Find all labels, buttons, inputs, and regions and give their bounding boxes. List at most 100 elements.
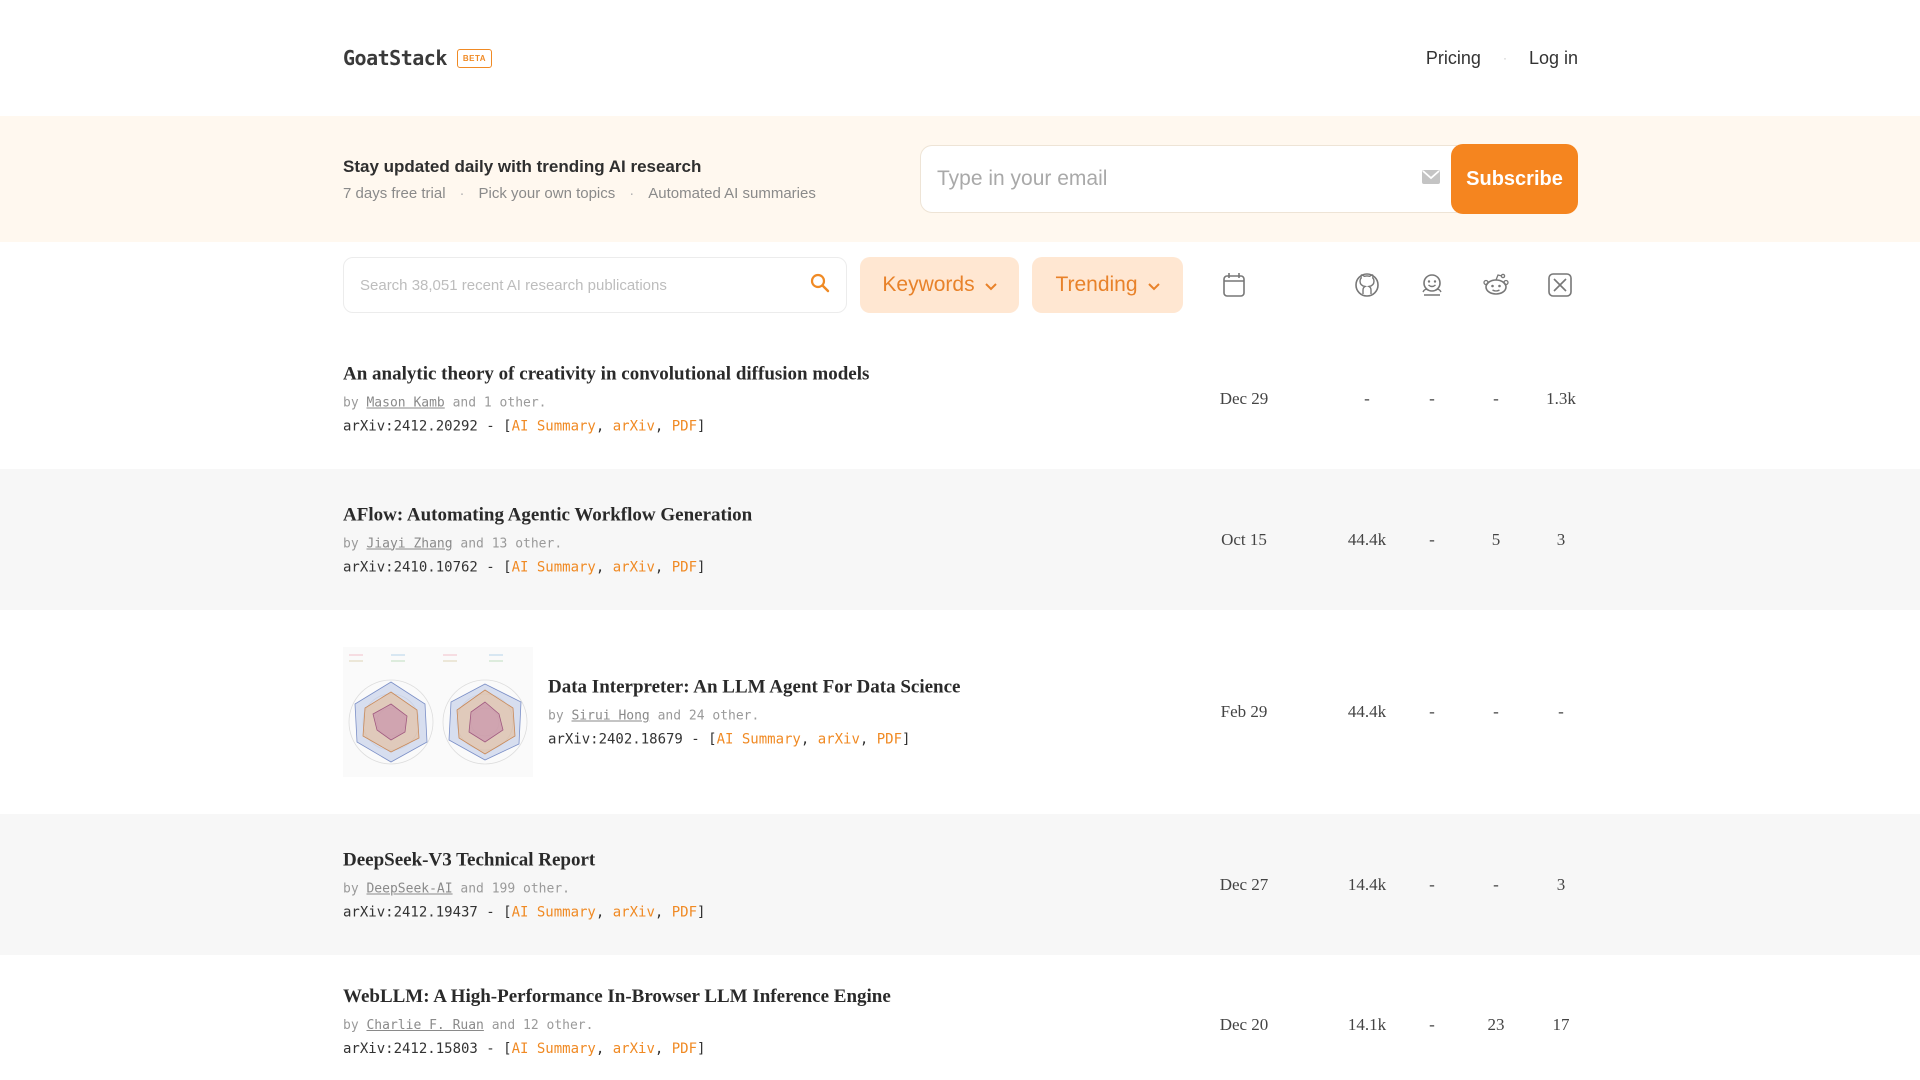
paper-title[interactable]: WebLLM: A High-Performance In-Browser LL…	[343, 986, 891, 1008]
beta-badge: BETA	[456, 48, 493, 68]
reddit-icon[interactable]	[1479, 268, 1513, 302]
author-link[interactable]: DeepSeek-AI	[366, 881, 452, 896]
paper-info: WebLLM: A High-Performance In-Browser LL…	[343, 986, 891, 1057]
ai-summary-link[interactable]: AI Summary	[512, 1041, 596, 1057]
search-input[interactable]	[360, 276, 780, 294]
pricing-link[interactable]: Pricing	[1426, 48, 1481, 69]
arxiv-id: arXiv:2412.15803 - [	[343, 1041, 512, 1057]
login-link[interactable]: Log in	[1529, 48, 1578, 69]
search-icon[interactable]	[810, 273, 830, 298]
author-link[interactable]: Jiayi Zhang	[366, 536, 452, 551]
links-close: ]	[902, 731, 911, 748]
date-cell: Feb 29	[1220, 702, 1268, 721]
email-input[interactable]	[937, 167, 1377, 191]
feature-summaries: Automated AI summaries	[648, 184, 816, 202]
paper-info: Data Interpreter: An LLM Agent For Data …	[548, 677, 960, 748]
banner-title: Stay updated daily with trending AI rese…	[343, 156, 702, 176]
ai-summary-link[interactable]: AI Summary	[512, 559, 596, 575]
by-label: by	[343, 881, 359, 896]
paper-row[interactable]: WebLLM: A High-Performance In-Browser LL…	[0, 955, 1920, 1080]
paper-authors: by DeepSeek-AI and 199 other.	[343, 881, 705, 896]
links-close: ]	[697, 1041, 706, 1057]
paper-authors: by Sirui Hong and 24 other.	[548, 709, 960, 724]
calendar-icon[interactable]	[1217, 268, 1251, 302]
pdf-link[interactable]: PDF	[877, 732, 902, 748]
email-field-wrapper	[920, 145, 1457, 213]
subscribe-button[interactable]: Subscribe	[1451, 144, 1578, 214]
arxiv-link[interactable]: arXiv	[613, 1041, 655, 1057]
x-icon[interactable]	[1543, 268, 1577, 302]
feature-separator: ·	[629, 184, 635, 202]
site-header: GoatStack BETA Pricing · Log in	[343, 0, 1578, 116]
arxiv-link[interactable]: arXiv	[613, 418, 655, 434]
banner-text: Stay updated daily with trending AI rese…	[343, 157, 816, 202]
arxiv-link[interactable]: arXiv	[818, 732, 860, 748]
paper-title[interactable]: Data Interpreter: An LLM Agent For Data …	[548, 677, 960, 699]
paper-title[interactable]: DeepSeek-V3 Technical Report	[343, 849, 705, 871]
reddit-count: 23	[1487, 1015, 1505, 1034]
paper-links: arXiv:2412.20292 - [AI Summary, arXiv, P…	[343, 418, 706, 434]
date-cell: Dec 29	[1219, 388, 1269, 408]
github-icon[interactable]	[1350, 268, 1384, 302]
pdf-link[interactable]: PDF	[672, 1041, 697, 1057]
logo-text[interactable]: GoatStack	[343, 46, 447, 70]
paper-authors: by Mason Kamb and 1 other.	[343, 395, 869, 410]
arxiv-link[interactable]: arXiv	[613, 559, 655, 575]
chevron-down-icon	[984, 273, 997, 297]
pdf-link[interactable]: PDF	[672, 904, 697, 920]
pdf-link[interactable]: PDF	[672, 559, 697, 575]
huggingface-count: -	[1429, 388, 1435, 408]
links-close: ]	[697, 559, 706, 575]
keywords-dropdown[interactable]: Keywords	[860, 257, 1019, 313]
github-count: 44.4k	[1347, 702, 1387, 721]
paper-info: AFlow: Automating Agentic Workflow Gener…	[343, 504, 752, 575]
reddit-count: -	[1493, 874, 1499, 894]
links-close: ]	[697, 904, 706, 920]
paper-info: An analytic theory of creativity in conv…	[343, 363, 869, 434]
others-label: and 199 other.	[460, 881, 570, 896]
arxiv-id: arXiv:2412.19437 - [	[343, 904, 512, 920]
arxiv-id: arXiv:2410.10762 - [	[343, 559, 512, 575]
author-link[interactable]: Sirui Hong	[571, 709, 649, 724]
paper-title[interactable]: AFlow: Automating Agentic Workflow Gener…	[343, 504, 752, 526]
huggingface-count: -	[1429, 874, 1435, 894]
pdf-link[interactable]: PDF	[672, 418, 697, 434]
paper-row[interactable]: DeepSeek-V3 Technical Report by DeepSeek…	[0, 814, 1920, 955]
top-nav: Pricing · Log in	[1426, 48, 1578, 69]
by-label: by	[343, 395, 359, 410]
links-close: ]	[697, 418, 706, 434]
author-link[interactable]: Charlie F. Ruan	[366, 1018, 483, 1033]
logo[interactable]: GoatStack BETA	[343, 46, 493, 70]
paper-thumbnail[interactable]	[343, 647, 533, 777]
paper-row[interactable]: AFlow: Automating Agentic Workflow Gener…	[0, 469, 1920, 610]
subscribe-banner: Stay updated daily with trending AI rese…	[0, 116, 1920, 242]
paper-links: arXiv:2402.18679 - [AI Summary, arXiv, P…	[548, 731, 911, 748]
x-count: 3	[1556, 874, 1566, 894]
ai-summary-link[interactable]: AI Summary	[512, 418, 596, 434]
sort-dropdown[interactable]: Trending	[1032, 257, 1183, 313]
chevron-down-icon	[1147, 273, 1160, 297]
feature-separator: ·	[459, 184, 465, 202]
paper-row[interactable]: Data Interpreter: An LLM Agent For Data …	[0, 610, 1920, 814]
feature-topics: Pick your own topics	[478, 184, 616, 202]
paper-row[interactable]: An analytic theory of creativity in conv…	[0, 328, 1920, 469]
x-count: 17	[1552, 1015, 1570, 1034]
subscribe-form: Subscribe	[920, 144, 1578, 214]
paper-title[interactable]: An analytic theory of creativity in conv…	[343, 363, 869, 385]
arxiv-id: arXiv:2402.18679 - [	[548, 731, 717, 748]
sort-label: Trending	[1055, 273, 1138, 296]
ai-summary-link[interactable]: AI Summary	[512, 904, 596, 920]
date-cell: Oct 15	[1221, 529, 1267, 549]
filter-toolbar: Keywords Trending	[343, 242, 1578, 328]
github-count: 14.1k	[1347, 1015, 1387, 1034]
author-link[interactable]: Mason Kamb	[366, 395, 444, 410]
huggingface-icon[interactable]	[1415, 268, 1449, 302]
mail-icon	[1421, 169, 1441, 190]
arxiv-link[interactable]: arXiv	[613, 904, 655, 920]
paper-authors: by Charlie F. Ruan and 12 other.	[343, 1018, 891, 1033]
banner-features: 7 days free trial · Pick your own topics…	[343, 185, 816, 202]
ai-summary-link[interactable]: AI Summary	[717, 732, 801, 748]
huggingface-count: -	[1429, 1015, 1435, 1034]
x-count: 3	[1556, 529, 1566, 549]
paper-authors: by Jiayi Zhang and 13 other.	[343, 536, 752, 551]
